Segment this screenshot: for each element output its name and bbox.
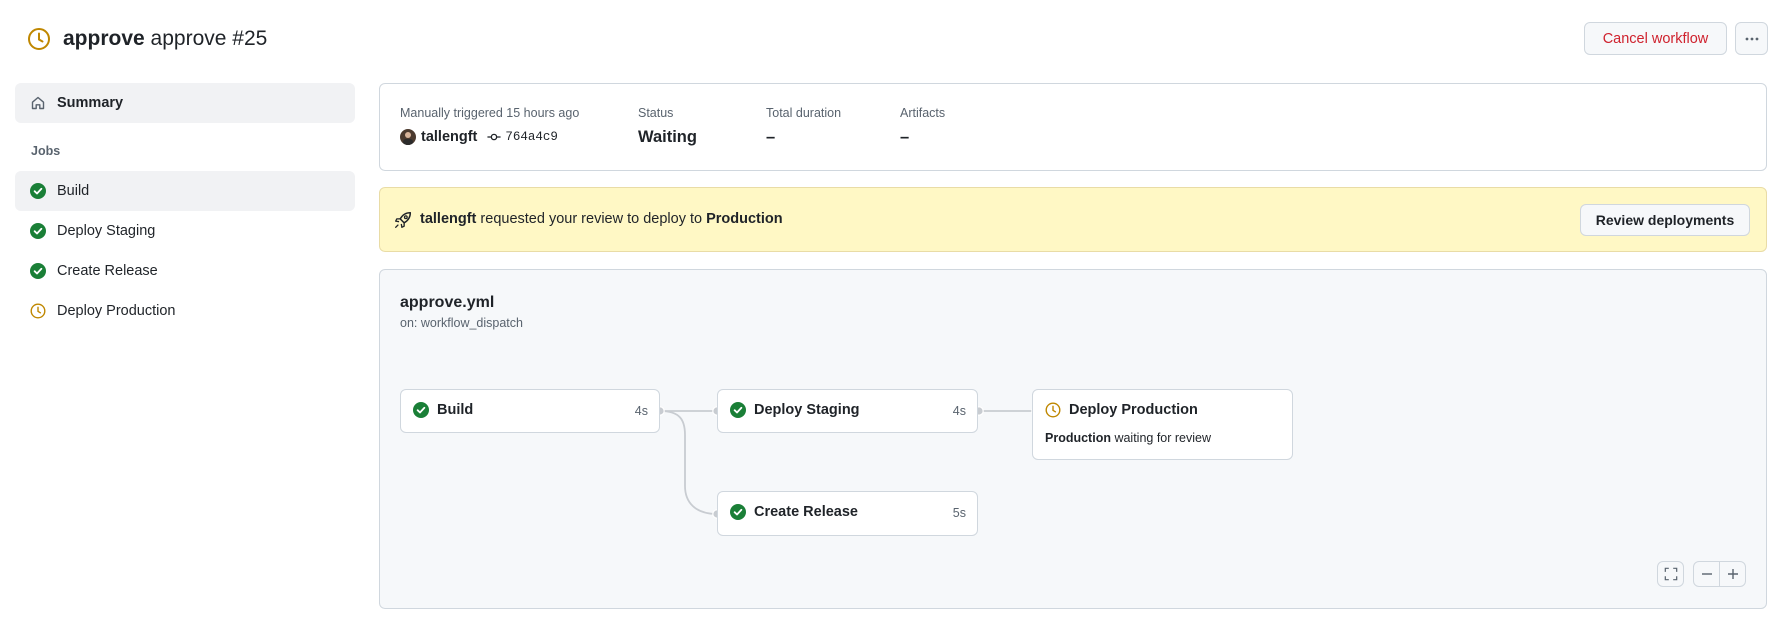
clock-icon bbox=[1045, 402, 1061, 418]
review-deployments-button[interactable]: Review deployments bbox=[1580, 204, 1750, 236]
check-circle-icon bbox=[30, 223, 46, 239]
sidebar-item-summary[interactable]: Summary bbox=[15, 83, 355, 123]
run-header: approve approve #25 Cancel workflow bbox=[0, 0, 1780, 78]
check-circle-icon bbox=[730, 402, 746, 418]
workflow-name: approve bbox=[63, 27, 145, 50]
run-title: approve #25 bbox=[150, 27, 268, 50]
node-name: Deploy Staging bbox=[754, 402, 860, 418]
node-duration: 4s bbox=[952, 404, 966, 418]
fullscreen-icon bbox=[1664, 567, 1677, 581]
cancel-workflow-button[interactable]: Cancel workflow bbox=[1584, 22, 1727, 55]
node-name: Build bbox=[437, 402, 474, 418]
connector-build-release bbox=[659, 410, 718, 515]
kebab-horizontal-icon bbox=[1745, 37, 1758, 40]
status-info: Status Waiting bbox=[638, 106, 697, 147]
avatar[interactable] bbox=[400, 129, 416, 145]
check-circle-icon bbox=[413, 402, 429, 418]
actor-link[interactable]: tallengft bbox=[421, 129, 477, 145]
artifacts-value: – bbox=[900, 128, 910, 146]
graph-node-deploy-production[interactable]: Deploy Production Production waiting for… bbox=[1032, 389, 1293, 460]
check-circle-icon bbox=[30, 263, 46, 279]
clock-icon bbox=[30, 303, 46, 319]
review-request-text: tallengft requested your review to deplo… bbox=[420, 211, 783, 227]
node-name: Deploy Production bbox=[1069, 402, 1198, 418]
graph-node-build[interactable]: Build 4s bbox=[400, 389, 660, 433]
graph-node-deploy-staging[interactable]: Deploy Staging 4s bbox=[717, 389, 978, 433]
sidebar-item-deploy-production[interactable]: Deploy Production bbox=[15, 291, 355, 331]
review-request-banner: tallengft requested your review to deplo… bbox=[379, 187, 1767, 252]
fullscreen-button[interactable] bbox=[1657, 561, 1684, 587]
sidebar-item-build[interactable]: Build bbox=[15, 171, 355, 211]
node-review-note: Production waiting for review bbox=[1045, 431, 1212, 445]
artifacts-info: Artifacts – bbox=[900, 106, 945, 147]
page-title: approve approve #25 bbox=[63, 25, 267, 53]
graph-node-create-release[interactable]: Create Release 5s bbox=[717, 491, 978, 536]
trigger-label: Manually triggered 15 hours ago bbox=[400, 106, 580, 120]
commit-sha: 764a4c9 bbox=[505, 130, 558, 144]
sidebar-item-label: Deploy Staging bbox=[57, 223, 156, 239]
run-summary-card: Manually triggered 15 hours ago tallengf… bbox=[379, 83, 1767, 171]
workflow-graph: approve.yml on: workflow_dispatch Build … bbox=[379, 269, 1767, 609]
sidebar-item-label: Create Release bbox=[57, 263, 158, 279]
sidebar-item-label: Deploy Production bbox=[57, 303, 176, 319]
status-label: Status bbox=[638, 106, 674, 120]
jobs-heading: Jobs bbox=[31, 144, 61, 158]
home-icon bbox=[31, 96, 45, 110]
plus-icon bbox=[1727, 569, 1738, 579]
sidebar-item-deploy-staging[interactable]: Deploy Staging bbox=[15, 211, 355, 251]
sidebar-item-label: Build bbox=[57, 183, 90, 199]
rocket-icon bbox=[395, 211, 412, 228]
more-options-button[interactable] bbox=[1735, 22, 1768, 55]
environment-name: Production bbox=[706, 211, 783, 227]
node-name: Create Release bbox=[754, 504, 858, 520]
duration-info: Total duration – bbox=[766, 106, 841, 147]
trigger-info: Manually triggered 15 hours ago tallengf… bbox=[400, 106, 579, 145]
sidebar-item-label: Summary bbox=[57, 95, 124, 111]
workflow-file-name[interactable]: approve.yml bbox=[400, 294, 494, 312]
check-circle-icon bbox=[730, 504, 746, 520]
node-duration: 4s bbox=[634, 404, 648, 418]
artifacts-label: Artifacts bbox=[900, 106, 946, 120]
requester-name[interactable]: tallengft bbox=[420, 211, 476, 227]
sidebar-item-create-release[interactable]: Create Release bbox=[15, 251, 355, 291]
zoom-out-button[interactable] bbox=[1693, 561, 1720, 587]
node-duration: 5s bbox=[952, 506, 966, 520]
minus-icon bbox=[1701, 573, 1712, 575]
workflow-trigger: on: workflow_dispatch bbox=[400, 316, 523, 330]
zoom-in-button[interactable] bbox=[1719, 561, 1746, 587]
commit-link[interactable]: 764a4c9 bbox=[487, 130, 558, 144]
node-environment: Production bbox=[1045, 431, 1111, 445]
git-commit-icon bbox=[487, 133, 501, 141]
duration-label: Total duration bbox=[766, 106, 842, 120]
status-value: Waiting bbox=[638, 128, 697, 146]
check-circle-icon bbox=[30, 183, 46, 199]
duration-value: – bbox=[766, 128, 776, 146]
clock-icon bbox=[28, 28, 50, 50]
